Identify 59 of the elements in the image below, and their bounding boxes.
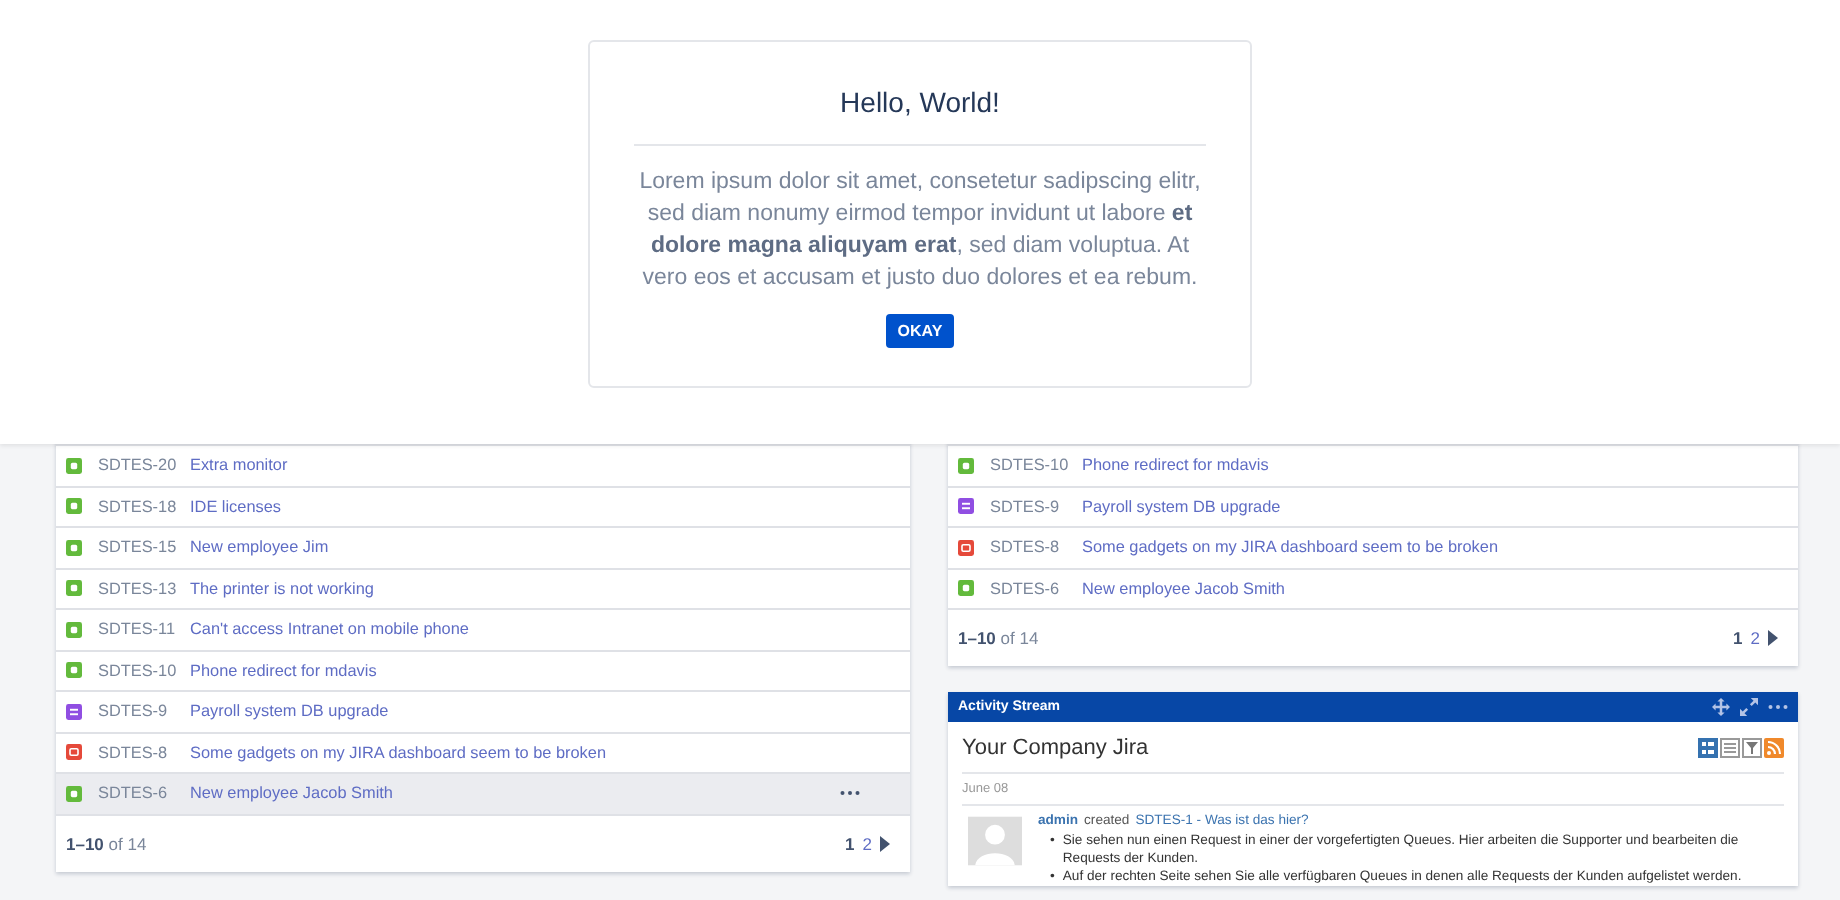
issue-summary[interactable]: New employee Jim xyxy=(190,538,329,557)
issue-key[interactable]: SDTES-11 xyxy=(98,620,190,639)
page-link[interactable]: 1 xyxy=(1733,628,1743,648)
issue-summary[interactable]: IDE licenses xyxy=(190,497,282,516)
dialog-text: Lorem ipsum dolor sit amet, consetetur sadipscing elitr, sed diam nonumy eirmod tempor invidunt ut labore et dolore magna aliquyam erat, sed diam voluptua. At vero eos et accusam et justo duo dolores et ea rebum. xyxy=(637,168,1203,294)
issue-summary[interactable]: Some gadgets on my JIRA dashboard seem to be broken xyxy=(190,743,606,762)
issue-key[interactable]: SDTES-6 xyxy=(990,579,1082,598)
full-view-icon[interactable] xyxy=(1698,737,1718,757)
result-count: 1–10 of 14 xyxy=(66,833,147,853)
issue-row[interactable]: SDTES-9 Payroll system DB upgrade xyxy=(56,692,910,733)
okay-button[interactable]: OKAY xyxy=(885,314,955,348)
stream-title: Your Company Jira xyxy=(962,735,1149,759)
issue-row[interactable]: SDTES-15 New employee Jim xyxy=(56,528,910,569)
issue-summary[interactable]: Phone redirect for mdavis xyxy=(190,661,377,680)
issue-key[interactable]: SDTES-8 xyxy=(98,743,190,762)
issue-key[interactable]: SDTES-20 xyxy=(98,456,190,475)
issue-summary[interactable]: Extra monitor xyxy=(190,456,288,475)
expand-icon[interactable] xyxy=(1740,698,1758,716)
issue-row[interactable]: SDTES-18 IDE licenses xyxy=(56,487,910,528)
result-count: 1–10 of 14 xyxy=(958,628,1039,648)
issue-key[interactable]: SDTES-8 xyxy=(990,538,1082,557)
page-link[interactable]: 2 xyxy=(1750,628,1760,648)
issue-row[interactable]: SDTES-13 The printer is not working xyxy=(56,569,910,610)
issue-summary[interactable]: Some gadgets on my JIRA dashboard seem to be broken xyxy=(1082,538,1498,557)
issue-row[interactable]: SDTES-6 New employee Jacob Smith xyxy=(56,774,910,815)
page-link[interactable]: 2 xyxy=(862,833,872,853)
dialog-title: Hello, World! xyxy=(838,86,1002,118)
issue-row[interactable]: SDTES-10 Phone redirect for mdavis xyxy=(56,651,910,692)
issue-row[interactable]: SDTES-11 Can't access Intranet on mobile phone xyxy=(56,610,910,651)
list-view-icon[interactable] xyxy=(1720,737,1740,757)
issue-key[interactable]: SDTES-18 xyxy=(98,497,190,516)
next-page-icon[interactable] xyxy=(880,835,890,851)
issue-key[interactable]: SDTES-10 xyxy=(98,661,190,680)
move-icon[interactable] xyxy=(1712,698,1730,716)
issue-key[interactable]: SDTES-10 xyxy=(990,456,1082,475)
next-page-icon[interactable] xyxy=(1768,630,1778,646)
avatar-icon xyxy=(968,814,1022,868)
issue-row[interactable]: SDTES-10 Phone redirect for mdavis xyxy=(948,446,1798,487)
filter-icon[interactable] xyxy=(1742,737,1762,757)
issue-key[interactable]: SDTES-9 xyxy=(990,497,1082,516)
issue-row[interactable]: SDTES-8 Some gadgets on my JIRA dashboard seem to be broken xyxy=(948,528,1798,569)
more-icon[interactable] xyxy=(1768,704,1788,710)
issue-summary[interactable]: Payroll system DB upgrade xyxy=(1082,497,1281,516)
issue-summary[interactable]: New employee Jacob Smith xyxy=(190,784,393,803)
issue-key[interactable]: SDTES-15 xyxy=(98,538,190,557)
rss-icon[interactable] xyxy=(1764,737,1784,757)
issue-row[interactable]: SDTES-9 Payroll system DB upgrade xyxy=(948,487,1798,528)
page-link[interactable]: 1 xyxy=(845,833,855,853)
issue-summary[interactable]: Payroll system DB upgrade xyxy=(190,702,389,721)
issue-key[interactable]: SDTES-6 xyxy=(98,784,190,803)
issue-summary[interactable]: Can't access Intranet on mobile phone xyxy=(190,620,469,639)
more-icon[interactable] xyxy=(840,790,860,797)
issue-summary[interactable]: Phone redirect for mdavis xyxy=(1082,456,1269,475)
issue-summary[interactable]: New employee Jacob Smith xyxy=(1082,579,1285,598)
issue-row[interactable]: SDTES-20 Extra monitor xyxy=(56,446,910,487)
issue-row[interactable]: SDTES-6 New employee Jacob Smith xyxy=(948,569,1798,610)
issue-key[interactable]: SDTES-13 xyxy=(98,579,190,598)
issue-key[interactable]: SDTES-9 xyxy=(98,702,190,721)
issue-summary[interactable]: The printer is not working xyxy=(190,579,374,598)
